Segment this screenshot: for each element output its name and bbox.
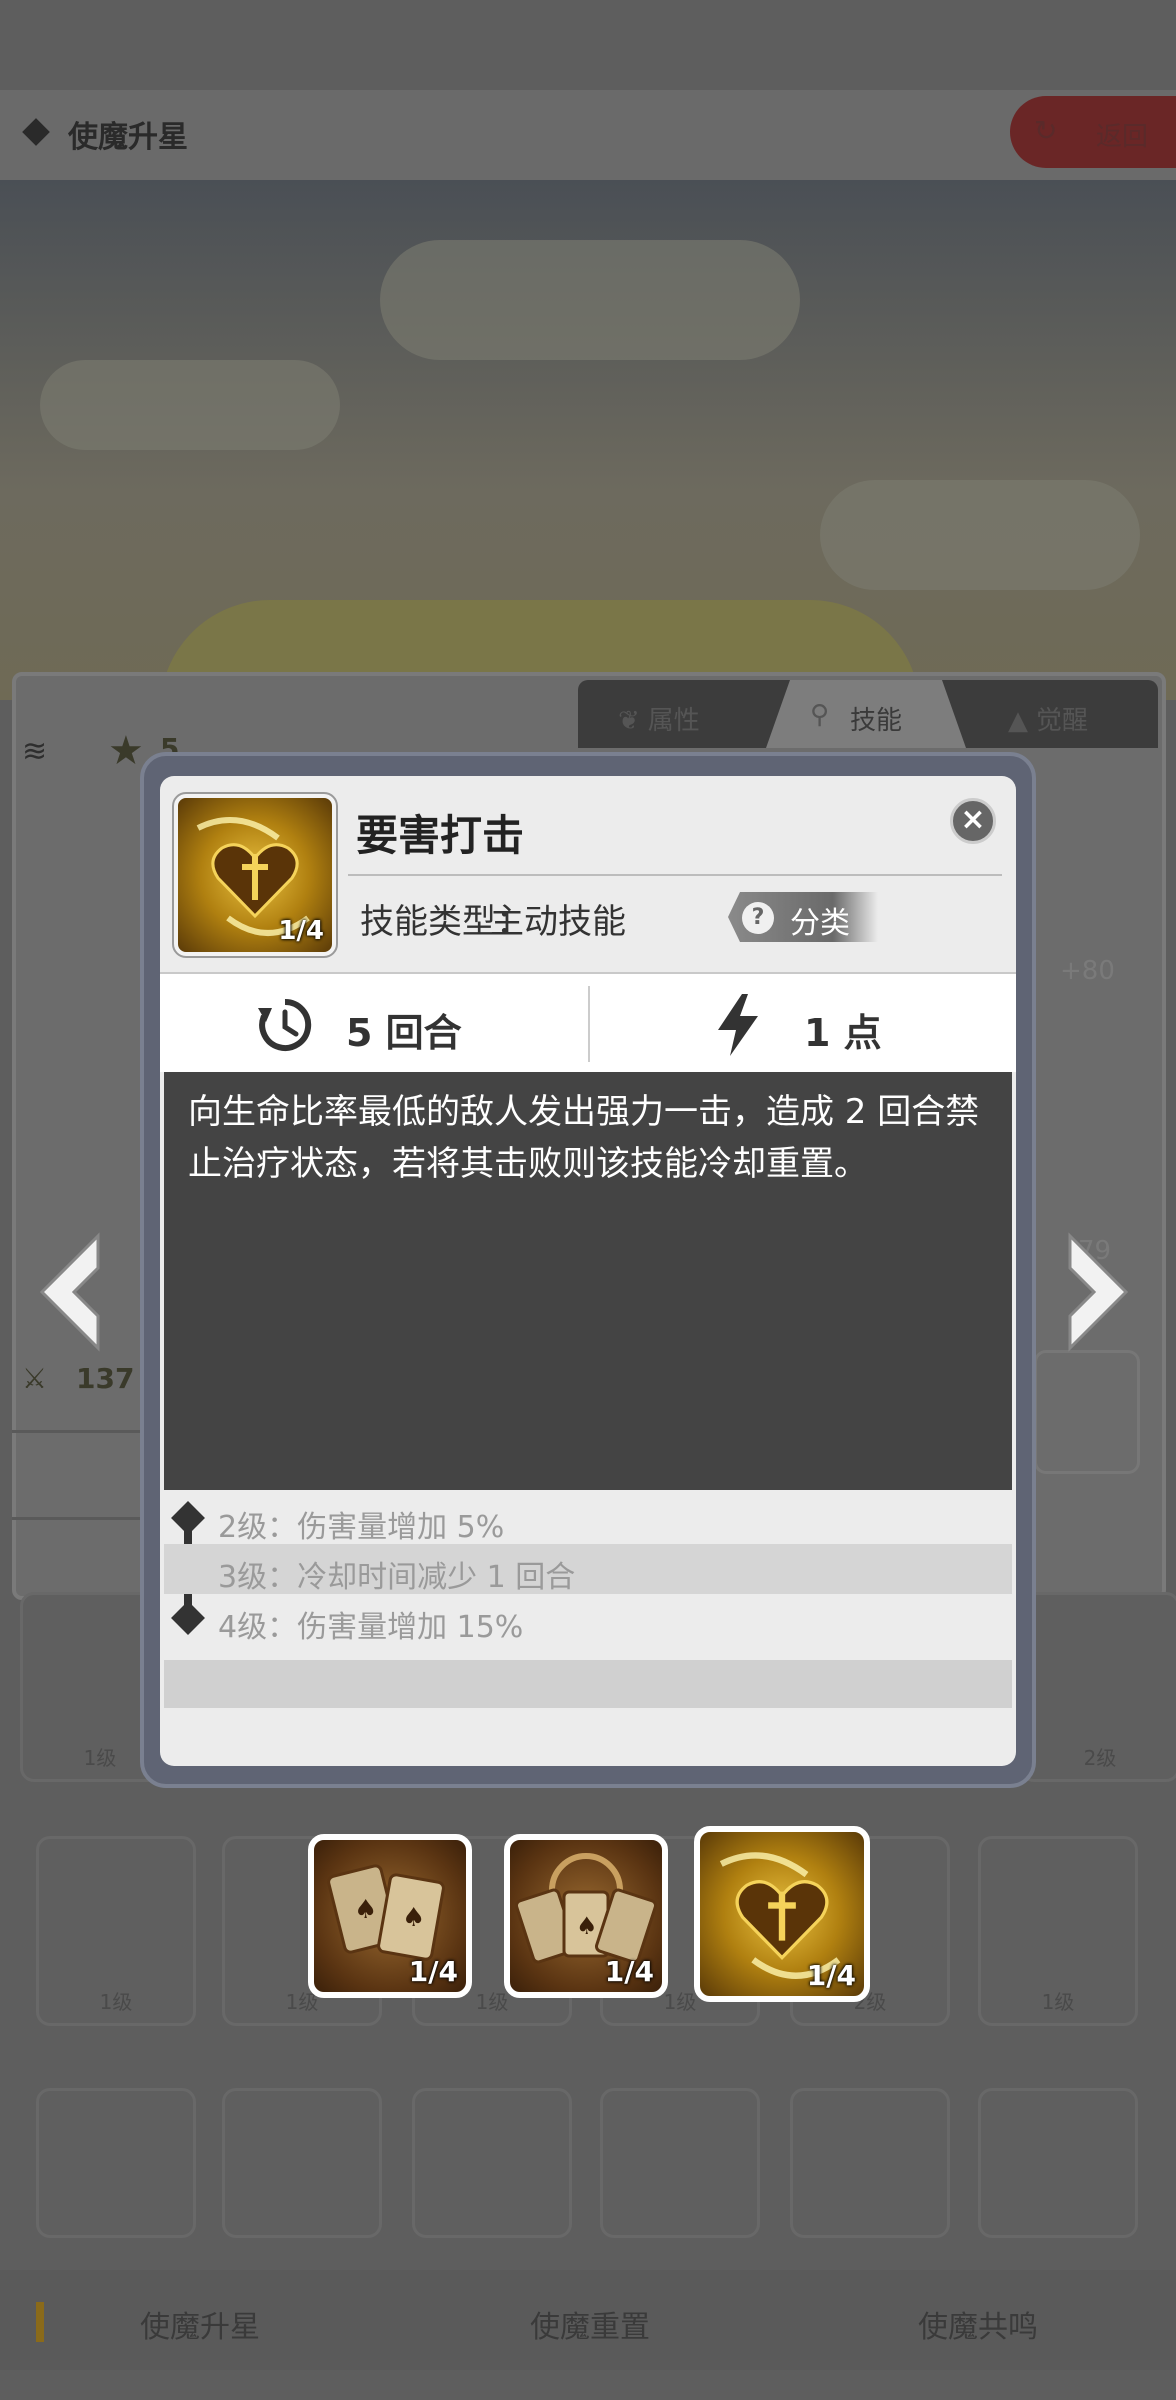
tab-label: 技能 <box>850 706 903 736</box>
power-value: 137 <box>76 1362 135 1395</box>
prev-arrow-icon[interactable] <box>36 1232 106 1352</box>
triforce-icon: ▲ <box>1008 706 1028 736</box>
stat-plus: +80 <box>1060 956 1115 986</box>
skill-select-count: 1/4 <box>806 1959 856 1992</box>
skill-name: 要害打击 <box>356 811 525 860</box>
nav-resonance[interactable]: 使魔共鸣 <box>780 2270 1176 2370</box>
monster-card[interactable] <box>978 2088 1138 2238</box>
category-tag[interactable]: ? 分类 <box>728 892 878 942</box>
panel-tabs: ❦ 属性 ⚲ 技能 ▲ 觉醒 <box>578 680 1158 748</box>
search-sparkle-icon: ⚲ <box>810 700 830 730</box>
monster-card[interactable] <box>36 2088 196 2238</box>
skill-select-count: 1/4 <box>604 1955 654 1988</box>
skill-select-1[interactable]: ♠ ♠ 1/4 <box>308 1834 472 1998</box>
level-list: 2级：伤害量增加 5% 3级：冷却时间减少 1 回合 4级：伤害量增加 15% <box>160 1490 1016 1766</box>
next-arrow-icon[interactable] <box>1062 1232 1132 1352</box>
svg-text:♠: ♠ <box>354 1895 377 1925</box>
skill-stats-row: 5 回合 1 点 <box>160 972 1016 1072</box>
back-button-label: 返回 <box>1096 122 1149 152</box>
level-row: 2级：伤害量增加 5% <box>218 1510 505 1545</box>
level-row-empty <box>164 1660 1012 1708</box>
scene-background <box>0 180 1176 710</box>
svg-text:♠: ♠ <box>402 1903 425 1933</box>
bottom-nav: 使魔升星 使魔重置 使魔共鸣 <box>0 2270 1176 2370</box>
page-title: 使魔升星 <box>68 120 188 155</box>
svg-text:♠: ♠ <box>576 1912 598 1940</box>
lightning-icon <box>718 994 758 1056</box>
monster-card[interactable]: 1级 <box>978 1836 1138 2026</box>
skill-description: 向生命比率最低的敌人发出强力一击，造成 2 回合禁止治疗状态，若将其击败则该技能… <box>188 1092 980 1184</box>
cooldown-value: 5 回合 <box>346 1011 462 1055</box>
stats-divider <box>588 986 590 1062</box>
cost-value: 1 点 <box>804 1011 882 1055</box>
monster-card[interactable] <box>222 2088 382 2238</box>
skill-icon-count: 1/4 <box>278 916 324 946</box>
level-row: 4级：伤害量增加 15% <box>218 1610 524 1645</box>
question-icon: ? <box>742 902 774 934</box>
tab-label: 属性 <box>647 706 700 736</box>
skill-description-box: 向生命比率最低的敌人发出强力一击，造成 2 回合禁止治疗状态，若将其击败则该技能… <box>164 1072 1012 1490</box>
return-icon: ↻ <box>1034 114 1058 147</box>
tab-label: 觉醒 <box>1036 706 1089 736</box>
skill-type-value: 主动技能 <box>490 902 626 942</box>
level-row: 3级：冷却时间减少 1 回合 <box>164 1544 1012 1595</box>
skill-select-count: 1/4 <box>408 1955 458 1988</box>
tab-skills[interactable]: ⚲ 技能 <box>766 680 966 748</box>
panel-slot <box>12 1430 158 1520</box>
skill-select-2[interactable]: ♠ 1/4 <box>504 1834 668 1998</box>
star-icon: ★ <box>108 728 144 774</box>
monster-card[interactable]: 2级 <box>1020 1592 1176 1782</box>
panel-slot-right[interactable] <box>1034 1350 1140 1474</box>
card-level: 2级 <box>1083 1746 1117 1770</box>
cooldown-clock-icon <box>258 998 312 1051</box>
nav-upgrade-star[interactable]: 使魔升星 <box>0 2270 400 2370</box>
close-icon: × <box>960 802 986 837</box>
skill-select-3[interactable]: 1/4 <box>694 1826 870 2002</box>
monster-card[interactable] <box>412 2088 572 2238</box>
tab-attributes[interactable]: ❦ 属性 <box>618 680 768 748</box>
skill-modal: 1/4 要害打击 × 技能类型： 主动技能 ? 分类 5 回合 1 点 向生命比… <box>160 776 1016 1766</box>
tab-awaken[interactable]: ▲ 觉醒 <box>1008 680 1158 748</box>
swords-icon: ⚔ <box>22 1362 48 1395</box>
monster-card[interactable]: 1级 <box>36 1836 196 2026</box>
tornado-icon: ≋ <box>22 734 48 769</box>
card-level: 1级 <box>1041 1990 1075 2014</box>
close-button[interactable]: × <box>950 798 996 844</box>
swirl-icon: ❦ <box>618 706 640 736</box>
monster-card[interactable] <box>600 2088 760 2238</box>
monster-card[interactable] <box>790 2088 950 2238</box>
back-button[interactable]: ↻ 返回 <box>1010 96 1176 168</box>
card-level: 1级 <box>99 1990 133 2014</box>
divider <box>348 874 1002 876</box>
nav-reset[interactable]: 使魔重置 <box>400 2270 780 2370</box>
category-label: 分类 <box>790 906 850 941</box>
skill-icon: 1/4 <box>172 792 338 958</box>
